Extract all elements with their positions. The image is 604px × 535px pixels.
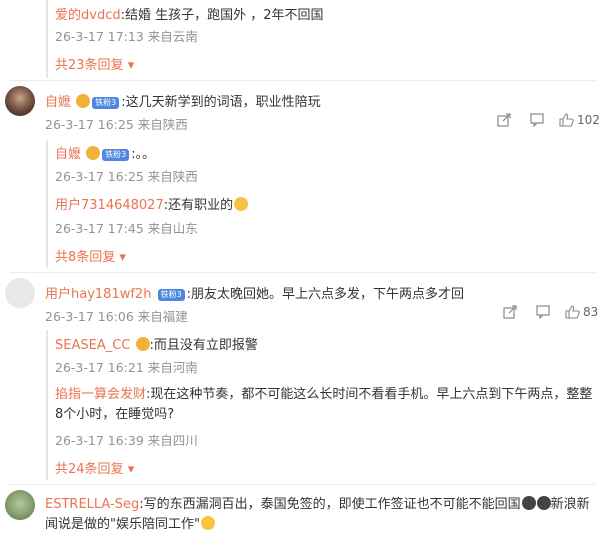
share-button[interactable] [497,113,511,127]
avatar[interactable] [5,490,35,520]
comment-icon [536,305,550,319]
reply-item: SEASEA_CC :而且没有立即报警 [55,334,258,353]
comment-header: 自嬷 铁粉3:这几天新学到的词语，职业性陪玩 [45,91,321,110]
like-button[interactable]: 83 [565,305,598,319]
more-replies-link[interactable]: 共23条回复 ▾ [55,54,134,73]
reply-item: 掐指一算会发财:现在这种节奏，都不可能这么长时间不看看手机。早上六点到下午两点，… [55,385,595,425]
reply-meta: 26-3-17 16:39 来自四川 [55,433,198,448]
reply-author[interactable]: 掐指一算会发财 [55,387,146,402]
reply-author[interactable]: 自嬷 [55,147,81,162]
vip-crown-icon [86,146,101,160]
reply-text: :现在这种节奏，都不可能这么长时间不看看手机。早上六点到下午两点，整整 [146,387,593,402]
reply-text: :还有职业的 [163,198,234,213]
avatar[interactable] [5,86,35,116]
thumbs-up-icon [559,113,574,127]
share-icon [497,113,511,127]
reply-indent-line [46,330,48,480]
reply-item: 自嬷 铁粉3:。。 [55,143,155,162]
reply-meta: 26-3-17 17:45 来自山东 [55,221,198,236]
reply-meta: 26-3-17 17:13 来自云南 [55,29,198,44]
reply-text: :结婚 生孩子，跑国外 ，2年不回国 [120,8,324,23]
vip-crown-icon [135,337,150,351]
smile-emoji-icon [200,516,215,530]
comment-header: 用户hay181wf2h 铁粉3:朋友太晚回她。早上六点多发，下午两点多才回 [45,283,464,302]
reply-item: 用户7314648027:还有职业的 [55,194,249,213]
fan-badge: 铁粉3 [157,288,185,301]
divider [10,272,596,273]
comment-text: :这几天新学到的词语，职业性陪玩 [121,95,321,110]
vip-crown-icon [76,94,91,108]
comment-meta: 26-3-17 16:06 来自福建 [45,309,188,324]
reply-indent-line [46,0,48,78]
reply-meta: 26-3-17 16:21 来自河南 [55,360,198,375]
avatar[interactable] [5,278,35,308]
comment-text-tail: 新浪新 [550,497,590,512]
like-count: 83 [583,305,599,319]
crying-emoji-icon [536,496,551,510]
comment-text: :写的东西漏洞百出，泰国免签的，即使工作签证也不可能不能回国 [139,497,521,512]
laugh-emoji-icon [234,197,249,211]
comment-text: :朋友太晚回她。早上六点多发，下午两点多才回 [186,287,465,302]
comment-button[interactable] [530,113,544,127]
comment-author[interactable]: 自嬷 [45,95,71,110]
reply-text: :。。 [131,147,156,162]
share-button[interactable] [503,305,517,319]
like-count: 102 [577,113,600,127]
crying-emoji-icon [521,496,536,510]
like-button[interactable]: 102 [559,113,600,127]
reply-author[interactable]: 用户7314648027 [55,198,164,213]
reply-meta: 26-3-17 16:25 来自陕西 [55,169,198,184]
comment-meta: 26-3-17 16:25 来自陕西 [45,117,188,132]
chevron-down-icon: ▾ [127,58,135,73]
fan-badge: 铁粉3 [102,148,130,161]
comment-author[interactable]: 用户hay181wf2h [45,287,151,302]
chevron-down-icon: ▾ [127,462,135,477]
comment-text-continued: 闻说是做的"娱乐陪同工作" [45,517,200,532]
chevron-down-icon: ▾ [119,250,126,265]
divider [10,484,596,485]
comment-icon [530,113,544,127]
reply-text: :而且没有立即报警 [149,338,258,353]
thumbs-up-icon [565,305,580,319]
more-replies-link[interactable]: 共8条回复 ▾ [55,246,126,265]
more-replies-link[interactable]: 共24条回复 ▾ [55,458,134,477]
divider [10,80,596,81]
reply-indent-line [46,140,48,268]
reply-author[interactable]: SEASEA_CC [55,338,130,353]
reply-author[interactable]: 爱的dvdcd [55,8,121,23]
reply-item: 爱的dvdcd:结婚 生孩子，跑国外 ，2年不回国 [55,4,324,23]
reply-text-continued: 8个小时，在睡觉吗? [55,407,175,422]
comment-body: ESTRELLA-Seg:写的东西漏洞百出，泰国免签的，即使工作签证也不可能不能… [45,495,600,535]
comment-button[interactable] [536,305,550,319]
share-icon [503,305,517,319]
comment-author[interactable]: ESTRELLA-Seg [45,497,139,512]
fan-badge: 铁粉3 [92,96,120,109]
